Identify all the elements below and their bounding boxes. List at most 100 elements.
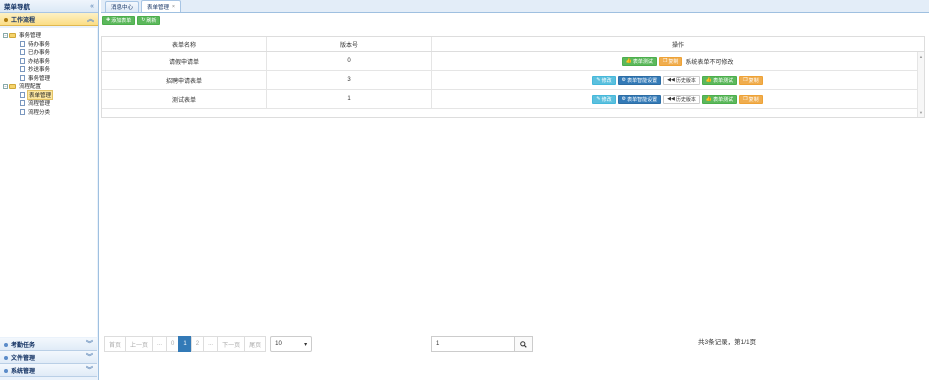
chevron-down-icon: ︾ xyxy=(86,354,93,361)
button-label: 复制 xyxy=(668,58,679,65)
accordion-title-label: 考勤任务 xyxy=(11,342,36,349)
file-icon xyxy=(20,74,25,81)
page-jump-input[interactable]: 1 xyxy=(431,336,515,352)
tree-label: 流程分类 xyxy=(28,109,51,116)
page-size-select[interactable]: 10 ▾ xyxy=(270,336,313,352)
accordion-title-label: 工作流程 xyxy=(11,17,36,24)
tree-toggle-icon[interactable]: − xyxy=(3,83,8,89)
form-table: 表单名称 版本号 操作 请假申请单 0 👍 表单测试 ❐ 复制 系统表单不可修改 招… xyxy=(101,36,925,118)
button-label: 表单智能设置 xyxy=(627,96,658,103)
add-form-button[interactable]: ✚ 添加表单 xyxy=(102,15,136,25)
bullet-icon xyxy=(4,368,8,373)
copy-button[interactable]: ❐ 复制 xyxy=(739,94,763,104)
scroll-down-icon[interactable]: ▼ xyxy=(919,110,923,115)
pagination: 首页 上一页 ... 0 1 2 ... 下一页 尾页 10 ▾ xyxy=(104,336,313,352)
cell-operations: ✎ 修改 ⚙ 表单智能设置 ◀◀ 历史版本 👍 表单测试 ❐ 复制 xyxy=(432,90,924,108)
tree-item-process-category[interactable]: 流程分类 xyxy=(0,108,97,117)
tab-bar: 消息中心 表单管理 × xyxy=(101,0,929,13)
table-header: 表单名称 版本号 操作 xyxy=(102,37,924,52)
gear-icon: ⚙ xyxy=(621,96,627,102)
rewind-icon: ◀◀ xyxy=(667,77,675,83)
button-label: 修改 xyxy=(601,77,612,84)
scroll-up-icon[interactable]: ▲ xyxy=(919,54,923,59)
rewind-icon: ◀◀ xyxy=(667,96,675,102)
tree-folder-affairs[interactable]: − 事务管理 xyxy=(0,31,97,40)
history-button[interactable]: ◀◀ 历史版本 xyxy=(663,94,700,104)
tab-label: 消息中心 xyxy=(111,5,134,11)
smart-settings-button[interactable]: ⚙ 表单智能设置 xyxy=(617,75,662,85)
tree-item-process-mgmt[interactable]: 流程管理 xyxy=(0,99,97,108)
table-row: 招聘申请表单 3 ✎ 修改 ⚙ 表单智能设置 ◀◀ 历史版本 👍 表单测试 ❐ 复制 xyxy=(102,71,924,90)
first-page-button[interactable]: 首页 xyxy=(104,336,127,352)
tree-label: 抄送事务 xyxy=(28,67,51,74)
accordion-workflow[interactable]: 工作流程 ︽ xyxy=(0,13,98,26)
tree-item-affairs-mgmt[interactable]: 事务管理 xyxy=(0,74,97,83)
tab-message-center[interactable]: 消息中心 xyxy=(105,1,140,12)
sidebar-header: 菜单导航 « xyxy=(0,0,98,13)
file-icon xyxy=(20,49,25,56)
copy-button[interactable]: ❐ 复制 xyxy=(739,75,763,85)
current-page-button[interactable]: 1 xyxy=(178,336,192,352)
collapse-sidebar-icon[interactable]: « xyxy=(90,3,94,10)
copy-icon: ❐ xyxy=(743,77,748,83)
header-operations: 操作 xyxy=(671,42,684,49)
close-icon[interactable]: × xyxy=(172,4,175,10)
cell-version: 3 xyxy=(267,71,432,89)
page-button[interactable]: 0 xyxy=(166,336,180,352)
form-test-button[interactable]: 👍 表单测试 xyxy=(621,56,657,66)
pencil-icon: ✎ xyxy=(596,96,601,102)
accordion-files[interactable]: 文件管理 ︾ xyxy=(0,351,97,364)
menu-tree: − 事务管理 待办事务 已办事务 办结事务 抄送事务 事务管理 − 流程配置 表… xyxy=(0,28,97,337)
tree-label: 已办事务 xyxy=(28,50,51,57)
prev-page-button[interactable]: 上一页 xyxy=(125,336,154,352)
tree-item-done[interactable]: 已办事务 xyxy=(0,48,97,57)
cell-version: 1 xyxy=(267,90,432,108)
toolbar: ✚ 添加表单 ↻ 刷新 xyxy=(101,13,929,27)
accordion-attendance[interactable]: 考勤任务 ︾ xyxy=(0,338,97,351)
button-label: 表单智能设置 xyxy=(627,77,658,84)
cell-operations: ✎ 修改 ⚙ 表单智能设置 ◀◀ 历史版本 👍 表单测试 ❐ 复制 xyxy=(432,71,924,89)
main-content: 消息中心 表单管理 × ✚ 添加表单 ↻ 刷新 表单名称 版本号 操作 请假申请单 … xyxy=(101,0,929,380)
button-label: 历史版本 xyxy=(675,77,696,84)
cell-form-name: 招聘申请表单 xyxy=(102,71,267,89)
history-button[interactable]: ◀◀ 历史版本 xyxy=(663,75,700,85)
tree-label: 办结事务 xyxy=(28,58,51,65)
file-icon xyxy=(20,57,25,64)
chevron-down-icon: ︾ xyxy=(86,367,93,374)
page-button[interactable]: 2 xyxy=(190,336,205,352)
chevron-down-icon: ︾ xyxy=(86,341,93,348)
smart-settings-button[interactable]: ⚙ 表单智能设置 xyxy=(617,94,662,104)
tree-item-finished[interactable]: 办结事务 xyxy=(0,57,97,66)
tree-item-cc[interactable]: 抄送事务 xyxy=(0,65,97,74)
thumbs-up-icon: 👍 xyxy=(625,58,632,64)
button-label: 历史版本 xyxy=(675,96,696,103)
ellipsis: ... xyxy=(152,336,168,352)
page-jump: 1 xyxy=(431,336,533,352)
form-test-button[interactable]: 👍 表单测试 xyxy=(701,75,738,85)
copy-icon: ❐ xyxy=(662,58,668,64)
edit-button[interactable]: ✎ 修改 xyxy=(592,75,616,85)
copy-button[interactable]: ❐ 复制 xyxy=(658,56,683,66)
tree-toggle-icon[interactable]: − xyxy=(3,32,8,38)
page-size-value: 10 xyxy=(275,341,282,347)
header-version: 版本号 xyxy=(267,37,432,51)
table-scrollbar[interactable]: ▲ ▼ xyxy=(917,52,924,117)
tree-item-form-mgmt[interactable]: 表单管理 xyxy=(0,89,97,100)
gear-icon: ⚙ xyxy=(621,77,627,83)
button-label: 表单测试 xyxy=(713,96,734,103)
tab-form-management[interactable]: 表单管理 × xyxy=(141,0,181,12)
tree-item-todo[interactable]: 待办事务 xyxy=(0,40,97,49)
record-summary: 共3条记录，第1/1页 xyxy=(698,339,757,346)
tree-label: 待办事务 xyxy=(28,41,51,48)
bullet-icon xyxy=(4,342,8,347)
page-jump-button[interactable] xyxy=(515,336,533,352)
form-test-button[interactable]: 👍 表单测试 xyxy=(701,94,738,104)
next-page-button[interactable]: 下一页 xyxy=(217,336,246,352)
last-page-button[interactable]: 尾页 xyxy=(244,336,267,352)
bullet-icon xyxy=(4,17,8,22)
sidebar-nav: 菜单导航 « 工作流程 ︽ − 事务管理 待办事务 已办事务 办结事务 抄送事务 xyxy=(0,0,99,380)
tab-label: 表单管理 xyxy=(147,4,170,11)
refresh-button[interactable]: ↻ 刷新 xyxy=(137,15,161,25)
accordion-system[interactable]: 系统管理 ︾ xyxy=(0,364,97,377)
edit-button[interactable]: ✎ 修改 xyxy=(592,94,616,104)
